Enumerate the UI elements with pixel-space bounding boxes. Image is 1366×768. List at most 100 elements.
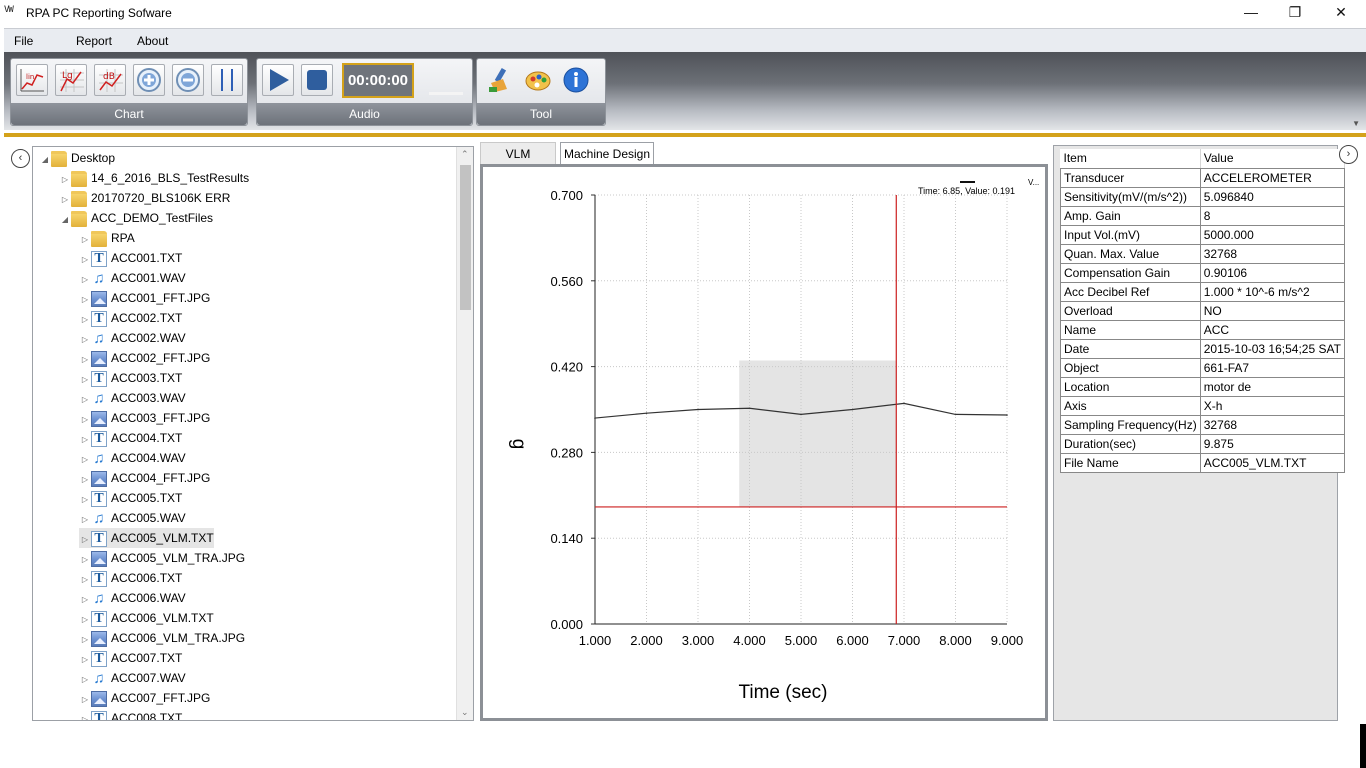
palette-button[interactable] <box>523 65 553 95</box>
expand-arrow-icon[interactable]: ▷ <box>79 630 91 650</box>
minimize-button[interactable]: — <box>1240 3 1262 21</box>
info-button[interactable] <box>561 65 591 95</box>
maximize-button[interactable]: ❐ <box>1284 3 1306 21</box>
tree-file-item[interactable]: ▷ T ACC003.TXT <box>79 368 182 388</box>
tree-file-item[interactable]: ▷ ♫ ACC001.WAV <box>79 268 186 288</box>
collapse-arrow-icon[interactable]: ◢ <box>59 210 71 230</box>
property-row[interactable]: Input Vol.(mV) 5000.000 <box>1060 224 1345 245</box>
zoom-in-button[interactable] <box>133 64 165 96</box>
cursor-lines-button[interactable] <box>211 64 243 96</box>
expand-arrow-icon[interactable]: ▷ <box>79 530 91 550</box>
expand-arrow-icon[interactable]: ▷ <box>79 450 91 470</box>
menu-report[interactable]: Report <box>76 34 112 48</box>
tree-file-item[interactable]: ▷ ♫ ACC002.WAV <box>79 328 186 348</box>
db-chart-button[interactable]: dB <box>94 64 126 96</box>
menu-about[interactable]: About <box>137 34 168 48</box>
vlm-chart[interactable]: 1.000 2.000 3.000 4.000 5.000 6.000 7.000 8.000… <box>483 167 1045 718</box>
tree-file-item[interactable]: ▷ T ACC007.TXT <box>79 648 182 668</box>
linear-chart-button[interactable]: lin <box>16 64 48 96</box>
tree-file-item[interactable]: ▷ T ACC005.TXT <box>79 488 182 508</box>
expand-arrow-icon[interactable]: ▷ <box>59 190 71 210</box>
property-row[interactable]: Sampling Frequency(Hz) 32768 <box>1060 414 1345 435</box>
tree-file-item[interactable]: ▷ ACC006_VLM_TRA.JPG <box>79 628 245 648</box>
zoom-out-button[interactable] <box>172 64 204 96</box>
expand-arrow-icon[interactable]: ▷ <box>79 490 91 510</box>
property-row[interactable]: Name ACC <box>1060 319 1345 340</box>
tree-file-item[interactable]: ▷ T ACC002.TXT <box>79 308 182 328</box>
property-row[interactable]: Date 2015-10-03 16;54;25 SAT <box>1060 338 1345 359</box>
expand-arrow-icon[interactable]: ▷ <box>79 390 91 410</box>
menu-file[interactable]: File <box>14 34 33 48</box>
expand-arrow-icon[interactable]: ▷ <box>79 510 91 530</box>
expand-arrow-icon[interactable]: ▷ <box>79 250 91 270</box>
tree-file-item[interactable]: ▷ ACC005_VLM_TRA.JPG <box>79 548 245 568</box>
tree-file-item[interactable]: ▷ T ACC005_VLM.TXT <box>79 528 214 548</box>
tree-file-item[interactable]: ▷ ACC001_FFT.JPG <box>79 288 210 308</box>
expand-arrow-icon[interactable]: ▷ <box>79 430 91 450</box>
expand-arrow-icon[interactable]: ▷ <box>79 710 91 720</box>
tree-file-item[interactable]: ▷ ACC004_FFT.JPG <box>79 468 210 488</box>
property-row[interactable]: Axis X-h <box>1060 395 1345 416</box>
tree-file-item[interactable]: ▷ ♫ ACC007.WAV <box>79 668 186 688</box>
tree-file-item[interactable]: ▷ T ACC006.TXT <box>79 568 182 588</box>
property-row[interactable]: Object 661-FA7 <box>1060 357 1345 378</box>
property-row[interactable]: Sensitivity(mV/(m/s^2)) 5.096840 <box>1060 186 1345 207</box>
stop-button[interactable] <box>301 64 333 96</box>
ribbon-collapse-icon[interactable]: ▼ <box>1352 119 1360 128</box>
expand-arrow-icon[interactable]: ▷ <box>59 170 71 190</box>
property-row[interactable]: Amp. Gain 8 <box>1060 205 1345 226</box>
tree-file-item[interactable]: ▷ T ACC004.TXT <box>79 428 182 448</box>
expand-arrow-icon[interactable]: ▷ <box>79 670 91 690</box>
expand-arrow-icon[interactable]: ▷ <box>79 270 91 290</box>
expand-arrow-icon[interactable]: ▷ <box>79 370 91 390</box>
collapse-left-panel-icon[interactable]: ‹ <box>11 149 30 168</box>
tree-folder-item[interactable]: ◢ Desktop <box>39 148 115 168</box>
tree-folder-item[interactable]: ▷ 20170720_BLS106K ERR <box>59 188 230 208</box>
tree-file-item[interactable]: ▷ T ACC006_VLM.TXT <box>79 608 214 628</box>
collapse-arrow-icon[interactable]: ◢ <box>39 150 51 170</box>
expand-arrow-icon[interactable]: ▷ <box>79 470 91 490</box>
expand-arrow-icon[interactable]: ▷ <box>79 610 91 630</box>
tree-folder-item[interactable]: ▷ 14_6_2016_BLS_TestResults <box>59 168 249 188</box>
tree-file-item[interactable]: ▷ ♫ ACC005.WAV <box>79 508 186 528</box>
property-row[interactable]: Overload NO <box>1060 300 1345 321</box>
tree-file-item[interactable]: ▷ ACC003_FFT.JPG <box>79 408 210 428</box>
tree-file-item[interactable]: ▷ T ACC001.TXT <box>79 248 182 268</box>
property-row[interactable]: Duration(sec) 9.875 <box>1060 433 1345 454</box>
tree-file-item[interactable]: ▷ ♫ ACC004.WAV <box>79 448 186 468</box>
expand-arrow-icon[interactable]: ▷ <box>79 690 91 710</box>
close-button[interactable]: ✕ <box>1330 3 1352 21</box>
tree-file-item[interactable]: ▷ ACC002_FFT.JPG <box>79 348 210 368</box>
expand-arrow-icon[interactable]: ▷ <box>79 550 91 570</box>
tree-folder-item[interactable]: ▷ RPA <box>79 228 135 248</box>
expand-arrow-icon[interactable]: ▷ <box>79 570 91 590</box>
property-row[interactable]: Quan. Max. Value 32768 <box>1060 243 1345 264</box>
expand-arrow-icon[interactable]: ▷ <box>79 410 91 430</box>
tab-vlm[interactable]: VLM <box>480 142 556 164</box>
property-row[interactable]: Transducer ACCELEROMETER <box>1060 167 1345 188</box>
volume-bar[interactable] <box>429 92 463 95</box>
expand-arrow-icon[interactable]: ▷ <box>79 590 91 610</box>
tree-scrollbar[interactable]: ⌃ ⌄ <box>456 147 473 720</box>
expand-arrow-icon[interactable]: ▷ <box>79 330 91 350</box>
property-row[interactable]: Compensation Gain 0.90106 <box>1060 262 1345 283</box>
expand-arrow-icon[interactable]: ▷ <box>79 290 91 310</box>
scroll-thumb[interactable] <box>460 165 471 310</box>
expand-arrow-icon[interactable]: ▷ <box>79 350 91 370</box>
tree-file-item[interactable]: ▷ T ACC008.TXT <box>79 708 182 720</box>
scroll-down-icon[interactable]: ⌄ <box>461 707 469 718</box>
collapse-right-panel-icon[interactable]: › <box>1339 145 1358 164</box>
scroll-up-icon[interactable]: ⌃ <box>461 149 469 160</box>
expand-arrow-icon[interactable]: ▷ <box>79 310 91 330</box>
property-row[interactable]: File Name ACC005_VLM.TXT <box>1060 452 1345 473</box>
play-button[interactable] <box>262 64 294 96</box>
property-row[interactable]: Acc Decibel Ref 1.000 * 10^-6 m/s^2 <box>1060 281 1345 302</box>
tab-machine-design[interactable]: Machine Design <box>560 142 654 164</box>
tree-file-item[interactable]: ▷ ♫ ACC006.WAV <box>79 588 186 608</box>
tree-folder-item[interactable]: ◢ ACC_DEMO_TestFiles <box>59 208 213 228</box>
brush-button[interactable] <box>485 65 515 95</box>
log-chart-button[interactable]: Lg <box>55 64 87 96</box>
expand-arrow-icon[interactable]: ▷ <box>79 650 91 670</box>
tree-file-item[interactable]: ▷ ACC007_FFT.JPG <box>79 688 210 708</box>
property-row[interactable]: Location motor de <box>1060 376 1345 397</box>
